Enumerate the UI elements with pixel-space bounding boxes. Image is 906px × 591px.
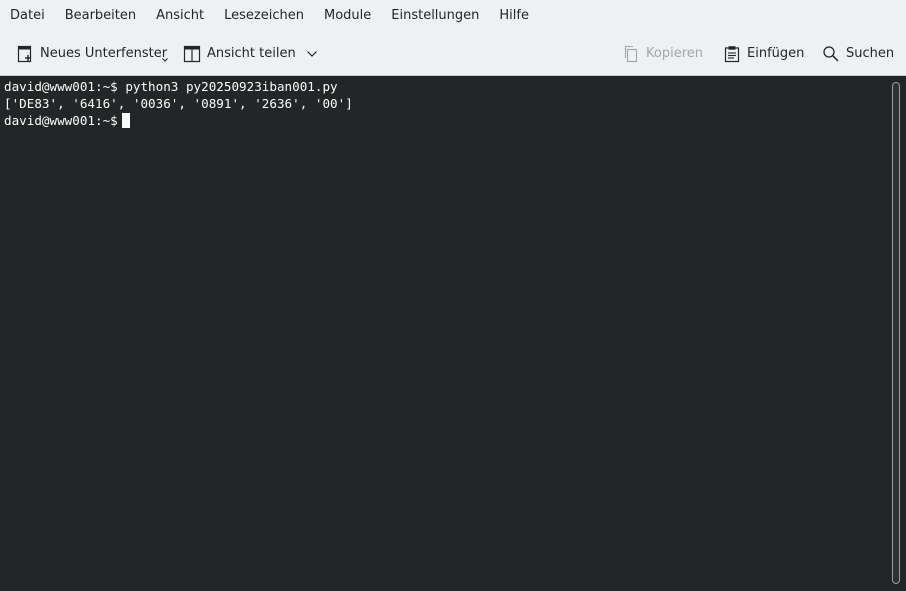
copy-label: Kopieren <box>646 46 703 61</box>
terminal-line-output: ['DE83', '6416', '0036', '0891', '2636',… <box>4 96 353 111</box>
toolbar: Neues Unterfenster Ansicht teilen Kopier… <box>0 32 906 76</box>
scrollbar-thumb[interactable] <box>892 82 900 584</box>
search-icon <box>822 45 840 63</box>
split-view-icon <box>183 45 201 63</box>
terminal-output[interactable]: david@www001:~$ python3 py20250923iban00… <box>0 76 890 591</box>
paste-icon <box>723 45 741 63</box>
search-label: Suchen <box>846 46 895 61</box>
terminal-line-command: david@www001:~$ python3 py20250923iban00… <box>4 79 338 94</box>
menu-bearbeiten[interactable]: Bearbeiten <box>55 0 146 32</box>
terminal-line-prompt: david@www001:~$ <box>4 112 890 129</box>
menu-ansicht[interactable]: Ansicht <box>146 0 214 32</box>
new-tab-button[interactable]: Neues Unterfenster <box>16 32 167 75</box>
split-view-button[interactable]: Ansicht teilen <box>183 32 318 75</box>
new-tab-icon <box>16 45 34 63</box>
paste-button[interactable]: Einfügen <box>723 32 804 75</box>
search-button[interactable]: Suchen <box>822 32 894 75</box>
prompt-text: david@www001:~$ <box>4 113 118 128</box>
menu-module[interactable]: Module <box>314 0 381 32</box>
menu-datei[interactable]: Datei <box>0 0 55 32</box>
split-view-chevron-icon[interactable] <box>306 50 318 58</box>
menu-einstellungen[interactable]: Einstellungen <box>381 0 489 32</box>
split-view-label: Ansicht teilen <box>207 46 296 61</box>
menu-bar: Datei Bearbeiten Ansicht Lesezeichen Mod… <box>0 0 906 32</box>
paste-label: Einfügen <box>747 46 805 61</box>
copy-button[interactable]: Kopieren <box>622 32 703 75</box>
chevron-down-icon[interactable] <box>161 57 169 63</box>
new-tab-label: Neues Unterfenster <box>40 46 168 61</box>
menu-lesezeichen[interactable]: Lesezeichen <box>214 0 314 32</box>
menu-hilfe[interactable]: Hilfe <box>489 0 539 32</box>
copy-icon <box>622 45 640 63</box>
text-cursor <box>121 113 130 128</box>
